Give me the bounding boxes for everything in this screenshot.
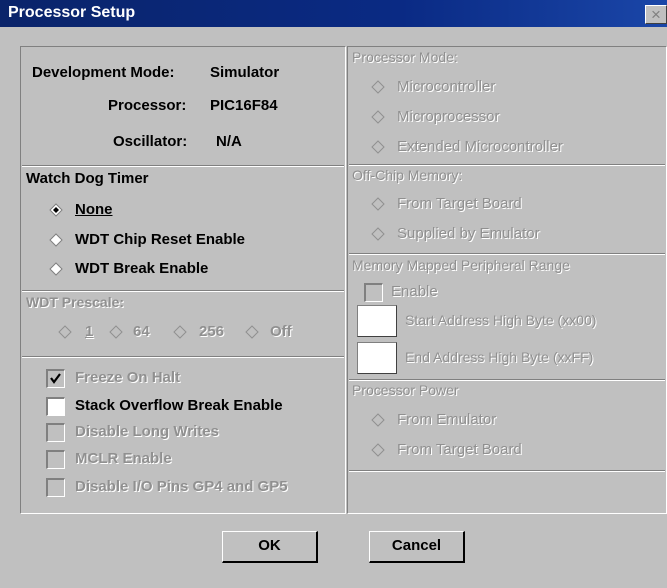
prescale-1-label: 1: [85, 323, 94, 340]
watchdog-title: Watch Dog Timer: [26, 170, 149, 187]
radio-wdt-reset-label[interactable]: WDT Chip Reset Enable: [75, 231, 245, 248]
close-icon: ×: [651, 5, 661, 24]
end-address-label: End Address High Byte (xxFF): [405, 349, 594, 365]
power-title: Processor Power: [352, 382, 459, 398]
prescale-64-icon: [109, 325, 123, 339]
end-address-field[interactable]: [357, 342, 397, 374]
divider: [22, 290, 344, 292]
divider: [22, 165, 344, 167]
prescale-1-icon: [58, 325, 72, 339]
stack-overflow-label[interactable]: Stack Overflow Break Enable: [75, 397, 283, 414]
checkmark-icon: [50, 373, 61, 384]
ok-button[interactable]: OK: [222, 531, 318, 563]
left-panel: [20, 46, 346, 514]
radio-wdt-break-icon[interactable]: [49, 262, 63, 276]
disable-io-pins-checkbox[interactable]: [46, 478, 65, 497]
prescale-256-icon: [173, 325, 187, 339]
offchip-emulator-label: Supplied by Emulator: [397, 225, 540, 242]
mmpr-title: Memory Mapped Peripheral Range: [352, 257, 570, 273]
prescale-title: WDT Prescale:: [26, 294, 125, 310]
disable-long-writes-label[interactable]: Disable Long Writes: [75, 423, 219, 440]
power-target-label: From Target Board: [397, 441, 522, 458]
stack-overflow-checkbox[interactable]: [46, 397, 65, 416]
prescale-64-label: 64: [133, 323, 150, 340]
disable-io-pins-label[interactable]: Disable I/O Pins GP4 and GP5: [75, 478, 288, 495]
mclr-enable-checkbox[interactable]: [46, 450, 65, 469]
radio-none-icon[interactable]: [49, 203, 63, 217]
divider: [349, 379, 665, 381]
mode-microcontroller-label: Microcontroller: [397, 78, 496, 95]
cancel-button[interactable]: Cancel: [369, 531, 465, 563]
mode-microcontroller-icon: [371, 80, 385, 94]
radio-none-label[interactable]: None: [75, 201, 113, 218]
freeze-on-halt-label[interactable]: Freeze On Halt: [75, 369, 180, 386]
power-emulator-label: From Emulator: [397, 411, 497, 428]
power-target-icon: [371, 443, 385, 457]
processor-label: Processor:: [108, 97, 187, 114]
offchip-title: Off-Chip Memory:: [352, 167, 463, 183]
title-bar: Processor Setup ×: [0, 0, 667, 27]
radio-wdt-break-label[interactable]: WDT Break Enable: [75, 260, 208, 277]
start-address-label: Start Address High Byte (xx00): [405, 312, 597, 328]
processor-value: PIC16F84: [210, 97, 278, 114]
close-button[interactable]: ×: [645, 5, 667, 24]
window-title: Processor Setup: [8, 4, 136, 21]
mode-extended-icon: [371, 140, 385, 154]
power-emulator-icon: [371, 413, 385, 427]
mode-microprocessor-label: Microprocessor: [397, 108, 500, 125]
disable-long-writes-checkbox[interactable]: [46, 423, 65, 442]
divider: [349, 253, 665, 255]
mode-microprocessor-icon: [371, 110, 385, 124]
divider: [22, 356, 344, 358]
mclr-enable-label[interactable]: MCLR Enable: [75, 450, 172, 467]
prescale-256-label: 256: [199, 323, 225, 340]
mmpr-enable-checkbox[interactable]: [364, 283, 383, 302]
mode-extended-label: Extended Microcontroller: [397, 138, 563, 155]
prescale-off-icon: [245, 325, 259, 339]
offchip-target-icon: [371, 197, 385, 211]
oscillator-label: Oscillator:: [113, 133, 188, 150]
dev-mode-value: Simulator: [210, 64, 280, 81]
radio-wdt-reset-icon[interactable]: [49, 233, 63, 247]
offchip-target-label: From Target Board: [397, 195, 522, 212]
dev-mode-label: Development Mode:: [32, 64, 175, 81]
prescale-off-label: Off: [270, 323, 292, 340]
divider: [349, 164, 665, 166]
oscillator-value: N/A: [216, 133, 242, 150]
start-address-field[interactable]: [357, 305, 397, 337]
offchip-emulator-icon: [371, 227, 385, 241]
processor-mode-title: Processor Mode:: [352, 49, 458, 65]
freeze-on-halt-checkbox[interactable]: [46, 369, 65, 388]
divider: [349, 470, 665, 472]
mmpr-enable-label[interactable]: Enable: [391, 283, 438, 300]
